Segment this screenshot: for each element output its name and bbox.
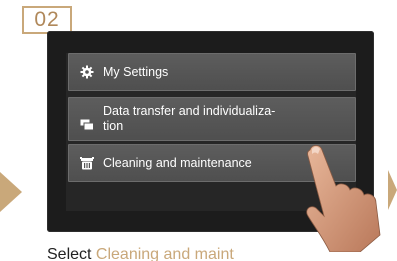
pointing-hand-illustration	[306, 145, 381, 252]
gear-icon	[80, 65, 94, 79]
next-step-arrow[interactable]	[388, 170, 397, 210]
menu-item-my-settings[interactable]: My Settings	[68, 53, 356, 91]
data-transfer-icon	[80, 118, 94, 132]
previous-step-arrow[interactable]	[0, 172, 22, 212]
instruction-caption: Select Cleaning and maint	[47, 247, 377, 261]
menu-item-label: Data transfer and individualiza- tion	[103, 104, 276, 133]
caption-highlight: Cleaning and maint	[95, 247, 234, 261]
menu-item-label: Cleaning and maintenance	[103, 155, 252, 170]
caption-prefix: Select	[47, 247, 96, 261]
step-number-badge: 02	[22, 6, 72, 34]
menu-item-label: My Settings	[103, 64, 169, 79]
menu-item-data-transfer[interactable]: Data transfer and individualiza- tion	[68, 97, 356, 141]
cleaning-icon	[80, 156, 94, 170]
